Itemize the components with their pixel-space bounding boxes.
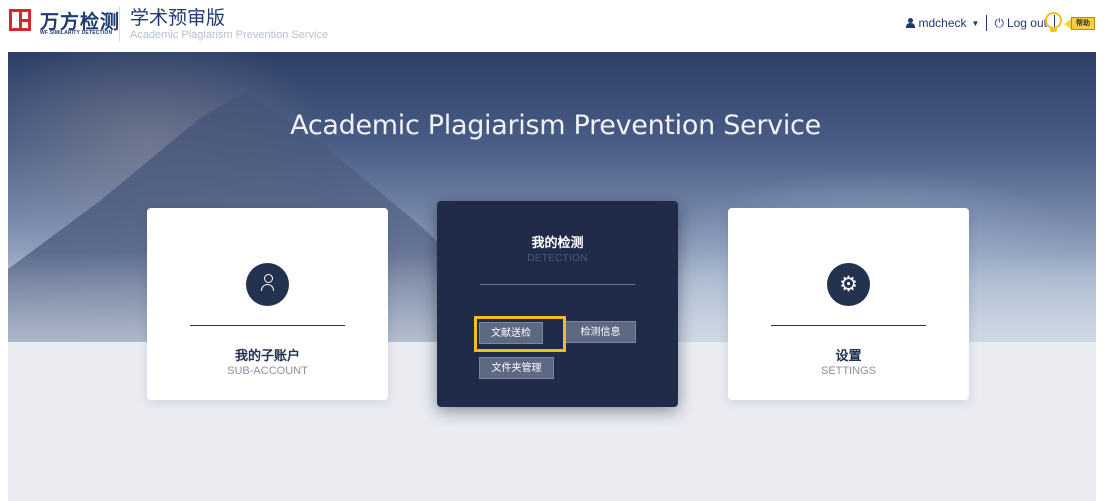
lightbulb-icon	[1045, 12, 1062, 32]
brand-subtitle: WF SIMILARITY DETECTION	[40, 30, 113, 36]
detection-title: 我的检测	[531, 236, 584, 251]
settings-subtitle: SETTINGS	[820, 365, 876, 377]
gear-icon: ⚙	[839, 273, 858, 296]
card-divider	[190, 325, 345, 326]
user-icon	[260, 274, 275, 292]
hero-title: Academic Plagiarism Prevention Service	[290, 110, 821, 141]
person-icon	[905, 18, 915, 28]
sub-account-subtitle: SUB-ACCOUNT	[227, 365, 308, 377]
help-button[interactable]: 帮助	[1037, 6, 1095, 44]
settings-icon-circle: ⚙	[827, 263, 870, 306]
submit-document-button[interactable]: 文献送检	[479, 322, 543, 344]
settings-title: 设置	[835, 349, 862, 364]
caret-down-icon[interactable]: ▼	[972, 19, 980, 28]
card-divider	[771, 325, 926, 326]
settings-card[interactable]: ⚙ 设置 SETTINGS	[728, 208, 969, 400]
sub-account-title: 我的子账户	[234, 349, 300, 364]
sub-account-icon-circle	[246, 263, 289, 306]
product-subtitle: Academic Plagiarism Prevention Service	[130, 29, 329, 41]
card-divider	[480, 284, 635, 285]
top-header: 万方检测 WF SIMILARITY DETECTION 学术预审版 Acade…	[0, 0, 1104, 52]
detection-subtitle: DETECTION	[527, 253, 588, 264]
sub-account-card[interactable]: 我的子账户 SUB-ACCOUNT	[147, 208, 388, 400]
separator	[986, 15, 988, 31]
folder-management-button[interactable]: 文件夹管理	[479, 357, 554, 379]
header-divider	[119, 6, 120, 42]
wanfang-logo-icon	[9, 9, 31, 31]
help-label[interactable]: 帮助	[1064, 17, 1095, 30]
power-icon[interactable]: ⏻	[994, 16, 1004, 31]
username-dropdown[interactable]: mdcheck	[919, 16, 967, 30]
detection-info-button[interactable]: 检测信息	[565, 321, 636, 343]
product-title: 学术预审版	[130, 7, 226, 29]
detection-card: 我的检测 DETECTION 文献送检 检测信息 文件夹管理	[437, 201, 678, 407]
